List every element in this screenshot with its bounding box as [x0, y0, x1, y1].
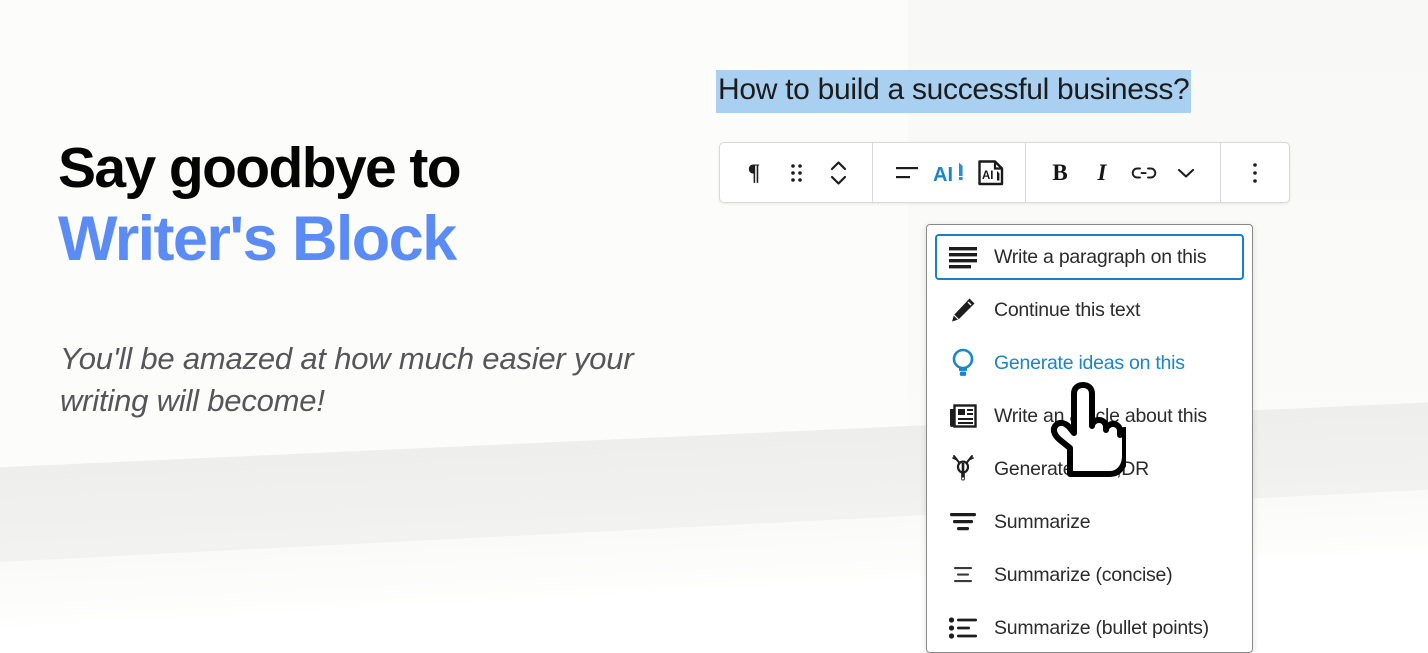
bullet-list-icon — [946, 616, 980, 640]
menu-item-label: Summarize (bullet points) — [994, 617, 1209, 640]
document-heading-selected[interactable]: How to build a successful business? — [716, 70, 1191, 113]
paragraph-style-button[interactable]: ¶ — [733, 143, 775, 202]
menu-item-label: Generate a TL;DR — [994, 458, 1149, 481]
ai-actions-menu: Write a paragraph on this Continue this … — [926, 224, 1253, 653]
bold-button[interactable]: B — [1039, 143, 1081, 202]
paragraph-lines-icon — [946, 245, 980, 269]
menu-item-label: Continue this text — [994, 299, 1140, 322]
link-button[interactable] — [1123, 143, 1165, 202]
drag-handle-button[interactable] — [775, 143, 817, 202]
menu-item-label: Summarize (concise) — [994, 564, 1172, 587]
ai-pen-icon: AI — [933, 159, 965, 187]
toolbar-group-block-controls: ¶ — [720, 143, 873, 202]
align-left-icon — [895, 164, 919, 182]
overflow-menu-button[interactable] — [1234, 143, 1276, 202]
menu-item-summarize-bullets[interactable]: Summarize (bullet points) — [935, 605, 1244, 651]
menu-item-write-article[interactable]: Write an article about this — [935, 393, 1244, 439]
bold-icon: B — [1052, 160, 1067, 186]
menu-item-continue-text[interactable]: Continue this text — [935, 287, 1244, 333]
italic-button[interactable]: I — [1081, 143, 1123, 202]
summarize-icon — [946, 510, 980, 534]
chevron-up-down-icon — [829, 158, 848, 188]
ai-assist-button[interactable]: AI — [928, 143, 970, 202]
menu-item-label: Summarize — [994, 511, 1090, 534]
hero-headline-line1: Say goodbye to — [58, 138, 698, 198]
move-updown-button[interactable] — [817, 143, 859, 202]
menu-item-generate-ideas[interactable]: Generate ideas on this — [935, 340, 1244, 386]
chevron-down-icon — [1176, 166, 1196, 180]
align-left-button[interactable] — [886, 143, 928, 202]
summarize-concise-icon — [946, 564, 980, 586]
menu-item-summarize[interactable]: Summarize — [935, 499, 1244, 545]
dots-vertical-icon — [1251, 161, 1259, 185]
svg-text:AI: AI — [982, 170, 994, 182]
formatting-toolbar: ¶ — [719, 142, 1290, 203]
menu-item-label: Write a paragraph on this — [994, 246, 1206, 269]
hero-copy: Say goodbye to Writer's Block — [58, 138, 698, 275]
menu-item-summarize-concise[interactable]: Summarize (concise) — [935, 552, 1244, 598]
italic-icon: I — [1098, 160, 1107, 186]
menu-item-label: Generate ideas on this — [994, 352, 1185, 375]
promo-screenshot: Say goodbye to Writer's Block You'll be … — [0, 0, 1428, 653]
newspaper-icon — [946, 403, 980, 429]
lightbulb-icon — [946, 348, 980, 378]
hero-subtitle: You'll be amazed at how much easier your… — [60, 338, 680, 423]
toolbar-group-overflow — [1221, 143, 1289, 202]
ai-document-button[interactable]: AI — [970, 143, 1012, 202]
hero-headline-line2: Writer's Block — [58, 204, 698, 275]
pilcrow-icon: ¶ — [748, 161, 760, 184]
zipper-icon — [946, 454, 980, 484]
toolbar-group-ai-controls: AI AI — [873, 143, 1026, 202]
ai-document-icon: AI — [976, 158, 1006, 188]
pencil-icon — [946, 296, 980, 324]
menu-item-generate-tldr[interactable]: Generate a TL;DR — [935, 446, 1244, 492]
more-format-button[interactable] — [1165, 143, 1207, 202]
toolbar-group-text-format: B I — [1026, 143, 1221, 202]
menu-item-label: Write an article about this — [994, 405, 1207, 428]
svg-text:AI: AI — [933, 164, 953, 186]
link-icon — [1131, 164, 1157, 182]
menu-item-write-paragraph[interactable]: Write a paragraph on this — [935, 234, 1244, 280]
drag-dots-icon — [789, 162, 804, 184]
